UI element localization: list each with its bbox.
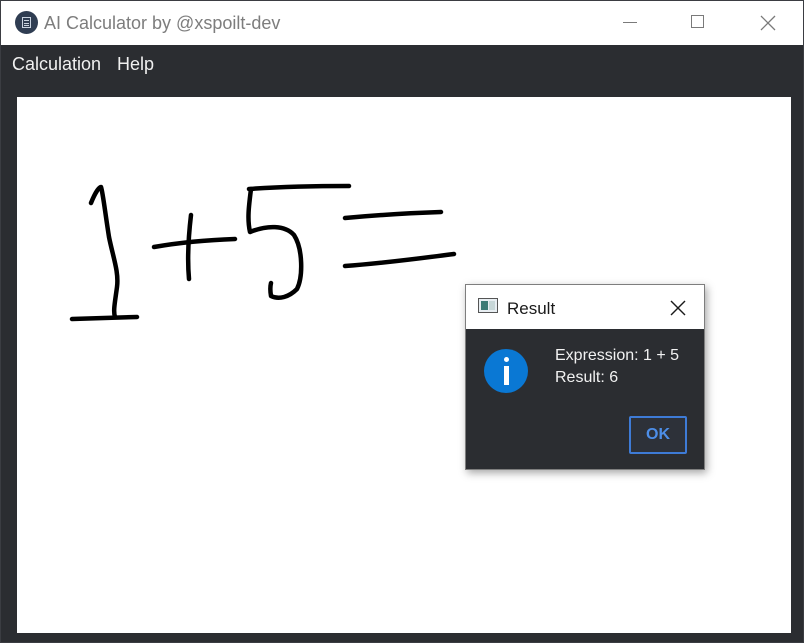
menu-help[interactable]: Help xyxy=(117,54,154,75)
equals-bottom xyxy=(342,251,457,269)
minimize-button[interactable] xyxy=(607,1,653,45)
ok-button-label: OK xyxy=(646,426,670,443)
close-button[interactable] xyxy=(745,1,791,45)
ok-button[interactable]: OK xyxy=(629,416,687,454)
close-icon xyxy=(760,15,776,31)
equals-top xyxy=(342,209,444,221)
digit-one-stroke xyxy=(88,184,120,320)
dialog-close-button[interactable] xyxy=(666,297,690,319)
plus-horizontal xyxy=(151,236,238,250)
menu-calculation[interactable]: Calculation xyxy=(12,54,101,75)
maximize-icon xyxy=(691,15,704,28)
calculator-icon xyxy=(15,11,38,34)
result-dialog: Result Expression: 1 + 5 Result: 6 OK xyxy=(465,284,705,470)
plus-vertical xyxy=(185,212,194,282)
window-app-icon xyxy=(478,298,498,313)
app-window: AI Calculator by @xspoilt-dev Calculatio… xyxy=(0,0,804,643)
minimize-icon xyxy=(623,22,637,23)
dialog-title: Result xyxy=(507,299,556,318)
title-bar[interactable]: AI Calculator by @xspoilt-dev xyxy=(1,1,803,45)
info-icon xyxy=(484,349,528,393)
result-text: Result: 6 xyxy=(555,369,619,386)
maximize-button[interactable] xyxy=(675,1,721,45)
five-top xyxy=(246,183,352,192)
menu-bar: Calculation Help xyxy=(1,45,803,83)
expression-text: Expression: 1 + 5 xyxy=(555,347,680,364)
digit-one-base xyxy=(69,314,140,322)
close-icon xyxy=(670,300,686,316)
window-title: AI Calculator by @xspoilt-dev xyxy=(44,13,281,33)
dialog-title-bar[interactable]: Result xyxy=(466,285,704,329)
five-body xyxy=(246,186,304,300)
